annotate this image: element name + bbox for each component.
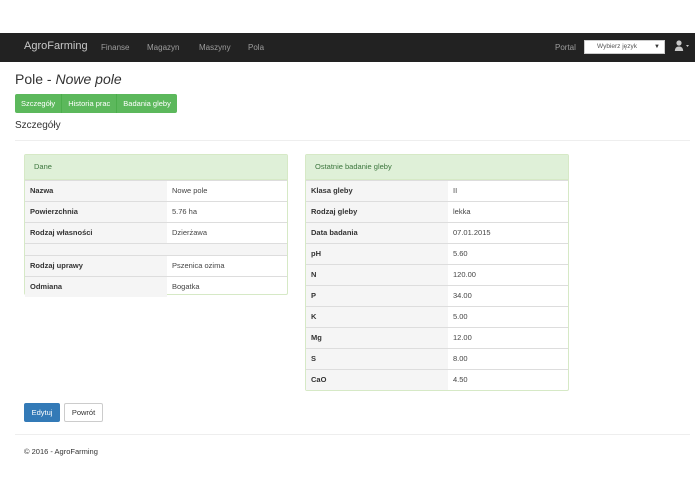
nav-magazyn[interactable]: Magazyn (147, 43, 179, 52)
field-tabs: Szczegóły Historia prac Badania gleby (15, 94, 177, 113)
language-select[interactable]: Wybierz język ▼ (584, 40, 665, 54)
table-row: Nazwa Nowe pole (25, 180, 287, 201)
row-label: Rodzaj uprawy (25, 256, 167, 276)
table-row: CaO 4.50 (306, 369, 568, 390)
nav-finanse[interactable]: Finanse (101, 43, 129, 52)
table-row: Rodzaj własności Dzierżawa (25, 222, 287, 243)
page-title-prefix: Pole - (15, 71, 56, 87)
row-value: 8.00 (453, 354, 468, 363)
table-row: N 120.00 (306, 264, 568, 285)
table-row: Data badania 07.01.2015 (306, 222, 568, 243)
language-select-label: Wybierz język (597, 43, 638, 50)
row-label: N (306, 265, 448, 285)
row-label: Rodzaj własności (25, 223, 167, 243)
field-data-heading: Dane (25, 155, 287, 180)
footer-divider (15, 434, 690, 435)
brand-link[interactable]: AgroFarming (24, 40, 88, 52)
footer-copyright: © 2016 - AgroFarming (24, 447, 98, 456)
table-spacer-row (25, 243, 287, 255)
nav-maszyny[interactable]: Maszyny (199, 43, 231, 52)
nav-portal[interactable]: Portal (555, 43, 576, 52)
table-row: S 8.00 (306, 348, 568, 369)
table-row: Mg 12.00 (306, 327, 568, 348)
table-row: Powierzchnia 5.76 ha (25, 201, 287, 222)
table-row: Odmiana Bogatka (25, 276, 287, 297)
row-label: Klasa gleby (306, 181, 448, 201)
row-value: 5.60 (453, 249, 468, 258)
row-label: Mg (306, 328, 448, 348)
row-label: P (306, 286, 448, 306)
field-data-panel: Dane Nazwa Nowe pole Powierzchnia 5.76 h… (24, 154, 288, 297)
tab-szczegoly[interactable]: Szczegóły (15, 94, 63, 113)
row-label: Odmiana (25, 277, 167, 297)
page-title-field-name: Nowe pole (55, 71, 122, 87)
row-value: Nowe pole (172, 186, 208, 195)
back-button[interactable]: Powrót (64, 403, 103, 422)
table-row: pH 5.60 (306, 243, 568, 264)
row-value: II (453, 186, 458, 195)
row-value: 12.00 (453, 333, 472, 342)
row-label: CaO (306, 370, 448, 390)
row-value: 120.00 (453, 270, 476, 279)
row-label: Data badania (306, 223, 448, 243)
row-label: K (306, 307, 448, 327)
divider (15, 140, 690, 141)
row-value: Pszenica ozima (172, 261, 225, 270)
soil-test-heading: Ostatnie badanie gleby (306, 155, 568, 180)
table-row: Rodzaj gleby lekka (306, 201, 568, 222)
tab-historia-prac[interactable]: Historia prac (62, 94, 118, 113)
row-label: pH (306, 244, 448, 264)
row-value: 34.00 (453, 291, 472, 300)
row-value: 07.01.2015 (453, 228, 491, 237)
row-value: Bogatka (172, 282, 200, 291)
user-menu-icon[interactable] (674, 39, 690, 53)
row-label: Nazwa (25, 181, 167, 201)
section-title: Szczegóły (15, 120, 61, 131)
row-value: lekka (453, 207, 471, 216)
row-value: 5.76 ha (172, 207, 198, 216)
table-row: P 34.00 (306, 285, 568, 306)
caret-down-icon: ▼ (654, 44, 660, 50)
table-row: Rodzaj uprawy Pszenica ozima (25, 255, 287, 276)
tab-badania-gleby[interactable]: Badania gleby (117, 94, 177, 113)
row-label: Rodzaj gleby (306, 202, 448, 222)
page-title: Pole - Nowe pole (15, 71, 122, 87)
edit-button[interactable]: Edytuj (24, 403, 60, 422)
nav-pola[interactable]: Pola (248, 43, 264, 52)
row-label: S (306, 349, 448, 369)
row-value: Dzierżawa (172, 228, 208, 237)
row-value: 5.00 (453, 312, 468, 321)
table-row: Klasa gleby II (306, 180, 568, 201)
row-value: 4.50 (453, 375, 468, 384)
soil-test-panel: Ostatnie badanie gleby Klasa gleby II Rod… (305, 154, 569, 391)
table-row: K 5.00 (306, 306, 568, 327)
row-label: Powierzchnia (25, 202, 167, 222)
